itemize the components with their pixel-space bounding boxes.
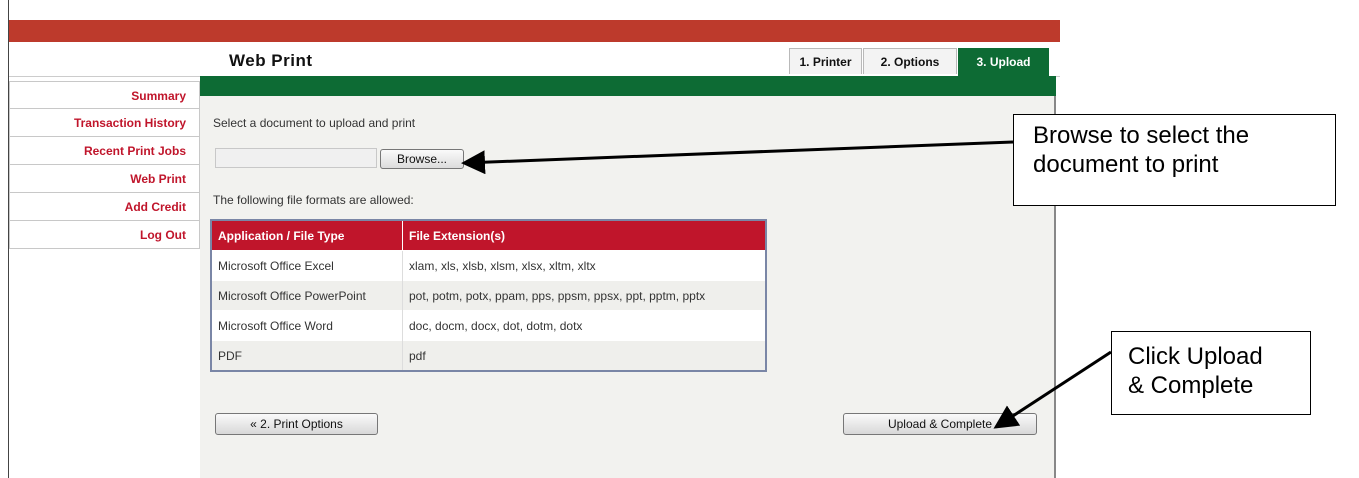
- upload-arrow: [993, 350, 1112, 429]
- annotation-arrows: [461, 140, 1112, 429]
- browse-arrow: [461, 140, 1014, 175]
